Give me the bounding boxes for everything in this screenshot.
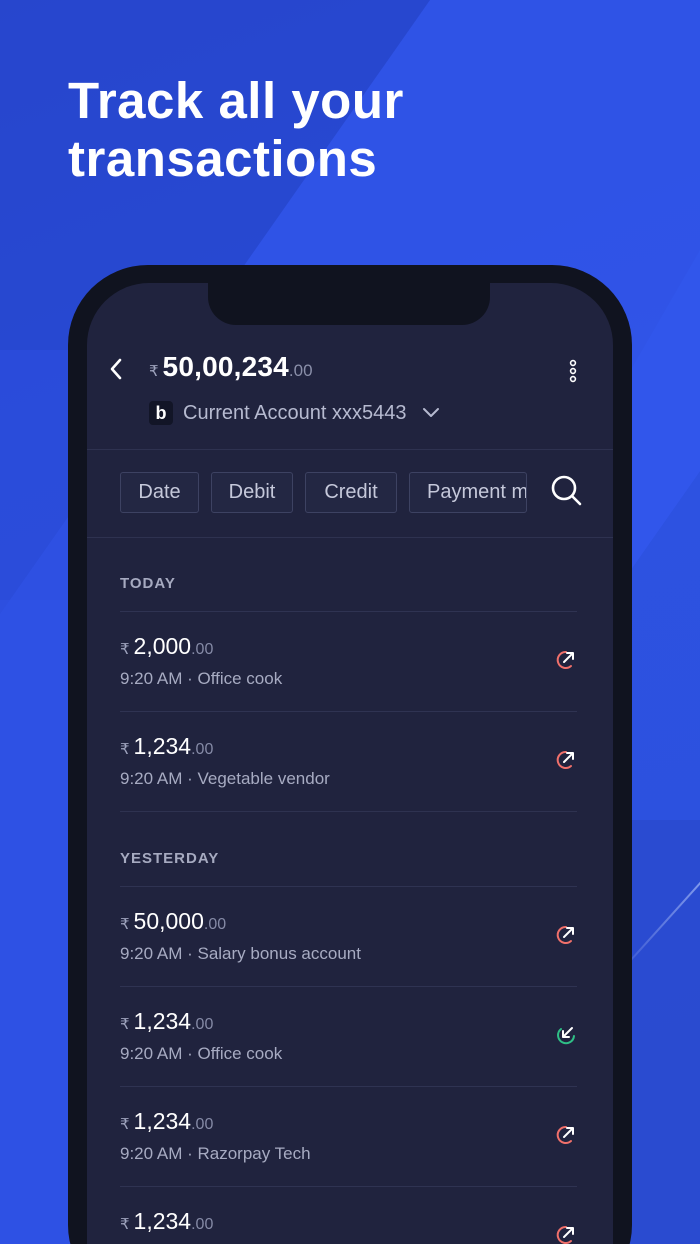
- balance-amount: 50,00,234: [162, 351, 289, 382]
- transaction-row[interactable]: ₹1,234.00 9:20 AM · Office cook: [120, 986, 577, 1086]
- debit-arrow-icon: [556, 1225, 574, 1244]
- bank-logo: b: [149, 401, 173, 425]
- transaction-row[interactable]: ₹50,000.00 9:20 AM · Salary bonus accoun…: [120, 886, 577, 986]
- debit-arrow-icon: [556, 925, 574, 944]
- section-label-today: TODAY: [120, 575, 176, 592]
- filter-chip-date[interactable]: Date: [120, 471, 199, 513]
- transaction-meta: 9:20 AM · Salary bonus account: [120, 944, 361, 963]
- transaction-meta: 9:20 AM · Office cook: [120, 1044, 283, 1063]
- filter-chip-debit[interactable]: Debit: [211, 471, 293, 513]
- account-balance: ₹50,00,234.00: [149, 351, 313, 383]
- headline-line-1: Track all your: [68, 72, 404, 129]
- headline: Track all your transactions: [68, 72, 628, 188]
- transaction-meta: 9:20 AM · Razorpay Tech: [120, 1144, 311, 1163]
- transaction-amount: ₹2,000.00: [120, 633, 214, 659]
- chevron-down-icon[interactable]: [422, 407, 440, 419]
- transaction-amount: ₹1,234.00: [120, 733, 214, 759]
- filter-chip-credit[interactable]: Credit: [305, 471, 397, 513]
- section-divider: [120, 811, 577, 812]
- transaction-meta: 9:20 AM · Office cook: [120, 669, 283, 688]
- filter-bar: Date Debit Credit Payment m: [120, 471, 593, 513]
- account-selector[interactable]: b Current Account xxx5443: [149, 401, 440, 425]
- transaction-amount: ₹1,234.00: [120, 1108, 214, 1134]
- filter-divider: [87, 537, 613, 538]
- transaction-amount: ₹1,234.00: [120, 1208, 214, 1234]
- debit-arrow-icon: [556, 650, 574, 669]
- transaction-amount: ₹50,000.00: [120, 908, 227, 934]
- section-label-yesterday: YESTERDAY: [120, 850, 220, 867]
- transaction-row[interactable]: ₹1,234.00: [120, 1186, 577, 1244]
- debit-arrow-icon: [556, 750, 574, 769]
- transaction-row[interactable]: ₹1,234.00 9:20 AM · Razorpay Tech: [120, 1086, 577, 1186]
- phone-screen: ₹50,00,234.00 b Current Account xxx5443 …: [87, 283, 613, 1244]
- header-divider: [87, 449, 613, 450]
- vertical-dots-icon[interactable]: [569, 359, 577, 383]
- transaction-amount: ₹1,234.00: [120, 1008, 214, 1034]
- headline-line-2: transactions: [68, 130, 378, 187]
- transaction-row[interactable]: ₹2,000.00 9:20 AM · Office cook: [120, 611, 577, 711]
- currency-symbol: ₹: [149, 363, 159, 380]
- phone-frame: ₹50,00,234.00 b Current Account xxx5443 …: [68, 265, 632, 1244]
- transaction-row[interactable]: ₹1,234.00 9:20 AM · Vegetable vendor: [120, 711, 577, 811]
- balance-decimal: .00: [288, 361, 313, 380]
- debit-arrow-icon: [556, 1125, 574, 1144]
- filter-chip-payment-mode[interactable]: Payment m: [409, 471, 527, 513]
- credit-arrow-icon: [557, 1027, 575, 1045]
- chevron-left-icon[interactable]: [105, 355, 127, 383]
- account-header: ₹50,00,234.00 b Current Account xxx5443: [87, 283, 613, 453]
- transaction-meta: 9:20 AM · Vegetable vendor: [120, 769, 330, 788]
- account-name: Current Account xxx5443: [183, 401, 407, 424]
- search-icon[interactable]: [549, 473, 583, 507]
